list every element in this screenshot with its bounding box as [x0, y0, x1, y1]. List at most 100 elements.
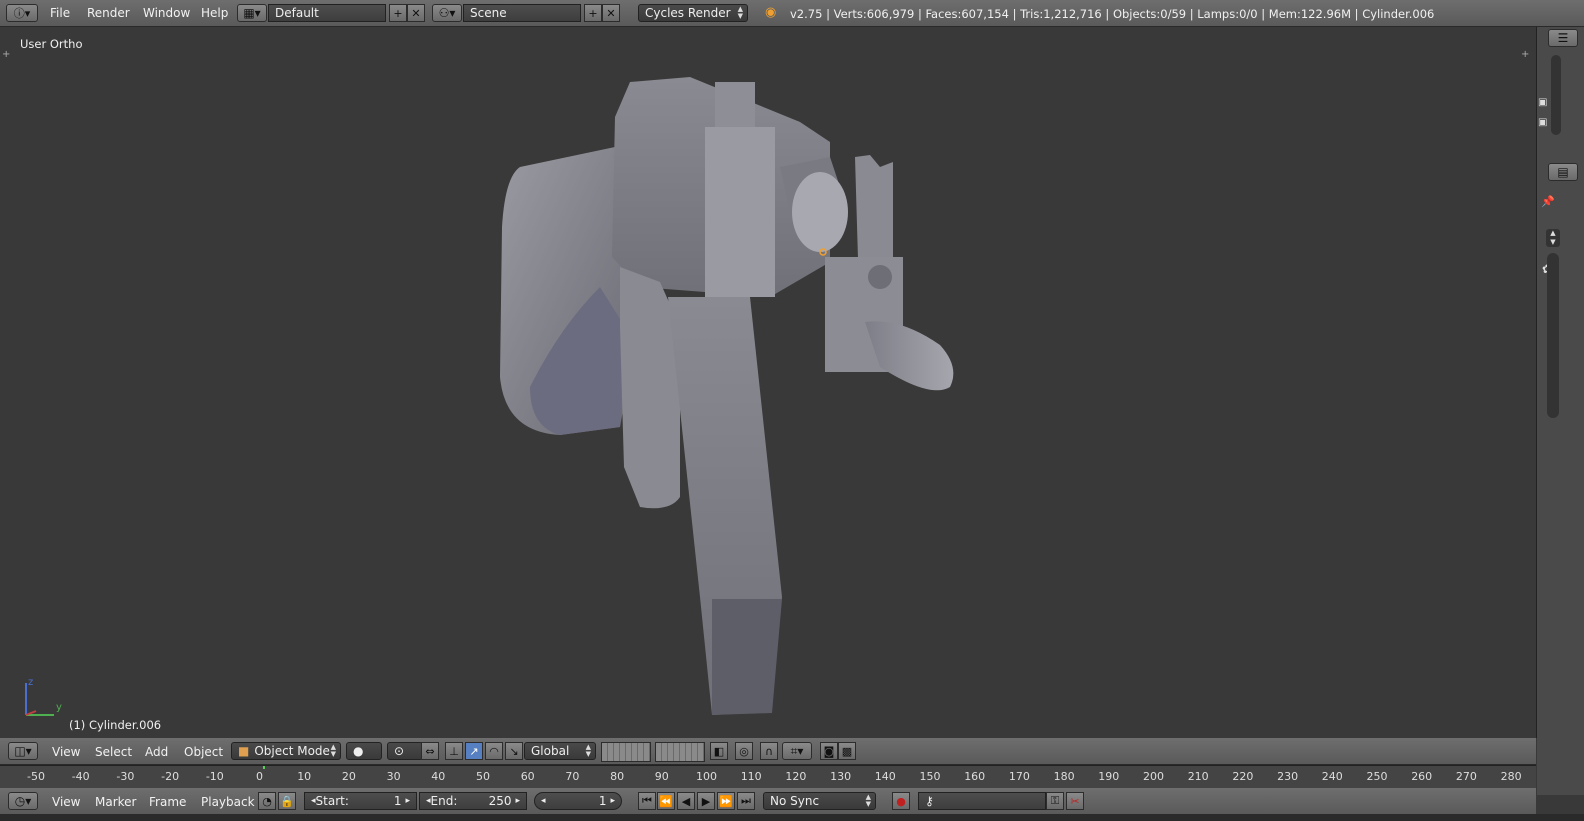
current-frame-value: 1 — [598, 794, 607, 808]
sync-mode-dropdown[interactable]: No Sync ▲ ▼ — [763, 792, 876, 810]
timeline-tick-label: 270 — [1455, 770, 1477, 783]
transform-icon: ⊥ — [449, 744, 459, 758]
timeline-tick-label: 50 — [476, 770, 490, 783]
end-frame-field[interactable]: ◂ End: 250 ▸ — [419, 792, 527, 810]
menu-render[interactable]: Render — [78, 6, 139, 20]
viewport-menu-select[interactable]: Select — [86, 745, 141, 759]
delete-scene-button[interactable]: ✕ — [602, 4, 620, 22]
jump-keyframe-forward-button[interactable]: ⏩ — [717, 792, 735, 810]
screen-layout-field[interactable]: Default — [268, 4, 386, 22]
start-frame-field[interactable]: ◂ Start: 1 ▸ — [304, 792, 417, 810]
keying-set-field[interactable]: ⚷ — [918, 792, 1046, 810]
pivot-point-dropdown[interactable]: ⊙ — [387, 742, 423, 760]
properties-editor-type-button[interactable]: ▤ — [1548, 163, 1578, 181]
timeline-tick-label: 250 — [1366, 770, 1388, 783]
insert-keyframe-button[interactable]: ⚿ — [1046, 792, 1064, 810]
end-label: End: — [430, 794, 458, 808]
jump-to-end-button[interactable]: ⏭ — [737, 792, 755, 810]
translate-manipulator-button[interactable]: ↗ — [465, 742, 483, 760]
outliner-editor-type-button[interactable]: ☰ — [1548, 29, 1578, 47]
timeline-ruler[interactable]: -50 -40 -30 -20 -10 0 10 20 30 40 50 60 70 80 90 100 110… — [0, 765, 1536, 789]
receiver-block — [705, 127, 775, 297]
properties-scrollbar[interactable] — [1547, 253, 1559, 418]
fast-forward-icon: ⏩ — [719, 794, 733, 808]
menu-help[interactable]: Help — [192, 6, 237, 20]
viewport-menu-add[interactable]: Add — [136, 745, 177, 759]
jump-to-start-button[interactable]: ⏮ — [638, 792, 656, 810]
menu-window[interactable]: Window — [134, 6, 199, 20]
layer-buttons-group-2[interactable] — [655, 742, 705, 762]
rewind-icon: ⏪ — [659, 794, 673, 808]
manipulator-icon: ⇔ — [425, 744, 435, 758]
rotate-manipulator-button[interactable]: ◠ — [485, 742, 503, 760]
start-label: Start: — [315, 794, 349, 808]
timeline-tick-label: 110 — [740, 770, 762, 783]
lock-time-cursor-button[interactable]: 🔒 — [278, 792, 296, 810]
layout-icon: ▦▾ — [243, 6, 261, 20]
timeline-header: ◷▾ View Marker Frame Playback ◔ 🔒 ◂ Star… — [0, 788, 1536, 815]
scene-field[interactable]: Scene — [463, 4, 581, 22]
manipulator-toggle-button[interactable]: ⇔ — [421, 742, 439, 760]
lock-layers-button[interactable]: ◧ — [710, 742, 728, 760]
sync-mode-label: No Sync — [770, 794, 820, 808]
scene-browse-button[interactable]: ⚇▾ — [432, 4, 462, 22]
delete-keyframe-button[interactable]: ✂ — [1066, 792, 1084, 810]
lock-icon: 🔒 — [280, 794, 294, 808]
pin-icon[interactable]: 📌 — [1541, 195, 1555, 208]
scene-icon: ⚇▾ — [438, 6, 456, 20]
model-render[interactable] — [0, 27, 1536, 738]
timeline-tick-label: 240 — [1321, 770, 1343, 783]
viewport-editor-type-button[interactable]: ◫▾ — [8, 742, 38, 760]
add-layout-button[interactable]: + — [389, 4, 407, 22]
render-engine-dropdown[interactable]: Cycles Render ▲ ▼ — [638, 4, 748, 22]
muzzle-brake — [865, 321, 954, 391]
timeline-tick-label: -50 — [27, 770, 45, 783]
timeline-menu-playback[interactable]: Playback — [192, 795, 264, 809]
menu-file[interactable]: File — [41, 6, 79, 20]
opengl-render-animation-button[interactable]: ▩ — [838, 742, 856, 760]
transform-manipulator-button[interactable]: ⊥ — [445, 742, 463, 760]
transform-orientation-dropdown[interactable]: Global ▲ ▼ — [524, 742, 596, 760]
timeline-menu-marker[interactable]: Marker — [86, 795, 145, 809]
add-scene-button[interactable]: + — [584, 4, 602, 22]
play-button[interactable]: ▶ — [697, 792, 715, 810]
viewport-shading-dropdown[interactable]: ● — [346, 742, 382, 760]
outliner-scrollbar[interactable] — [1551, 55, 1561, 135]
updown-arrows-icon: ▲ ▼ — [585, 743, 591, 758]
opengl-render-still-button[interactable]: ◙ — [820, 742, 838, 760]
camera-icon[interactable]: ▣ — [1538, 97, 1547, 108]
increment-arrow-icon: ▸ — [515, 796, 520, 806]
snap-toggle-button[interactable]: ∩ — [760, 742, 778, 760]
context-dropdown[interactable]: ▲ ▼ — [1546, 229, 1560, 247]
proportional-editing-button[interactable]: ◎ — [735, 742, 753, 760]
viewport-menu-object[interactable]: Object — [175, 745, 232, 759]
timeline-tick-label: 90 — [654, 770, 669, 783]
timeline-editor-type-button[interactable]: ◷▾ — [8, 792, 38, 810]
snap-element-dropdown[interactable]: ⌗▾ — [782, 742, 812, 760]
layers-lock-icon: ◧ — [713, 744, 725, 758]
editor-type-info-button[interactable]: ⓘ▾ — [6, 4, 38, 22]
scene-name: Scene — [470, 6, 507, 20]
layer-buttons-group-1[interactable] — [601, 742, 651, 762]
preview-range-button[interactable]: ◔ — [258, 792, 276, 810]
play-reverse-button[interactable]: ◀ — [677, 792, 695, 810]
timeline-tick-label: 160 — [964, 770, 986, 783]
axis-y-label: y — [56, 702, 62, 713]
object-mode-icon: ■ — [238, 744, 250, 758]
current-frame-field[interactable]: ◂ 1 ▸ — [534, 792, 622, 810]
timeline-menu-view[interactable]: View — [43, 795, 89, 809]
viewport-menu-view[interactable]: View — [43, 745, 89, 759]
interaction-mode-dropdown[interactable]: ■ Object Mode ▲ ▼ — [231, 742, 341, 760]
timeline-tick-label: 60 — [520, 770, 535, 783]
info-icon: ⓘ▾ — [13, 7, 31, 20]
camera-icon-2[interactable]: ▣ — [1538, 117, 1547, 128]
timeline-tick-label: 140 — [874, 770, 896, 783]
screen-layout-browse-button[interactable]: ▦▾ — [237, 4, 267, 22]
scale-manipulator-button[interactable]: ↘ — [505, 742, 523, 760]
delete-layout-button[interactable]: ✕ — [407, 4, 425, 22]
timeline-tick-label: -30 — [116, 770, 135, 783]
timeline-menu-frame[interactable]: Frame — [140, 795, 195, 809]
jump-keyframe-back-button[interactable]: ⏪ — [657, 792, 675, 810]
auto-keying-button[interactable]: ● — [892, 792, 910, 810]
3d-viewport[interactable]: User Ortho + + z y (1) Cylinder.006 — [0, 27, 1537, 738]
